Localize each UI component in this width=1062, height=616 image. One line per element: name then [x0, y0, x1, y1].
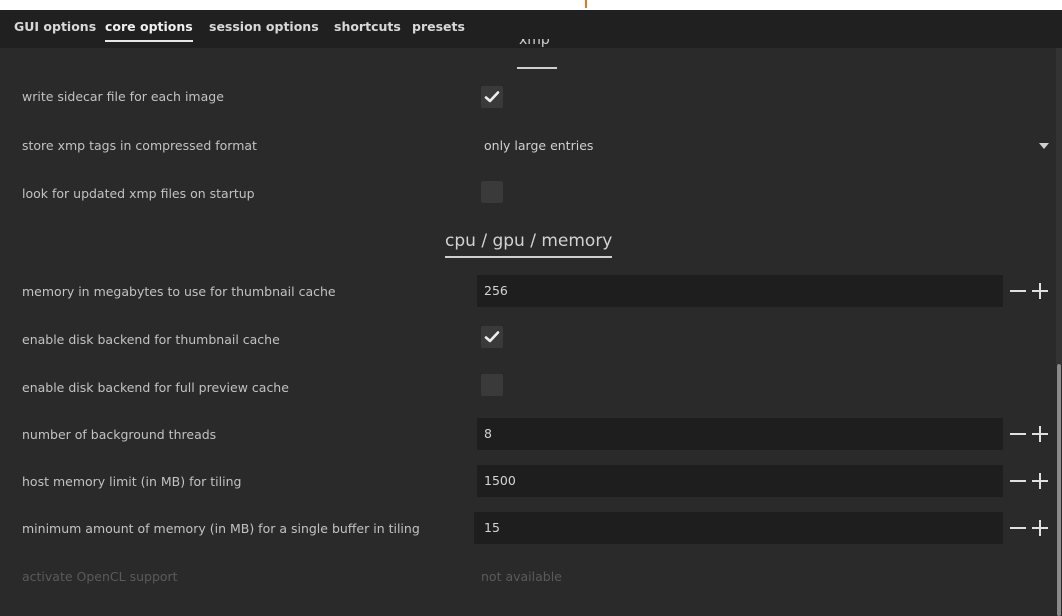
- scrollbar-thumb[interactable]: [1057, 364, 1061, 616]
- minus-icon: [1010, 527, 1026, 529]
- label-look-updated: look for updated xmp files on startup: [22, 186, 255, 201]
- tab-shortcuts[interactable]: shortcuts: [334, 19, 401, 34]
- checkmark-icon: [484, 91, 500, 103]
- checkbox-disk-thumb[interactable]: [481, 326, 503, 348]
- increment-button[interactable]: [1031, 512, 1049, 544]
- increment-button[interactable]: [1031, 418, 1049, 450]
- plus-icon: [1032, 426, 1048, 442]
- label-compress-xmp: store xmp tags in compressed format: [22, 138, 257, 153]
- opencl-status-text: not available: [481, 569, 562, 584]
- input-min-mem[interactable]: 15: [474, 512, 1003, 544]
- label-threads: number of background threads: [22, 427, 217, 442]
- increment-button[interactable]: [1031, 275, 1049, 307]
- tab-session-options[interactable]: session options: [209, 19, 319, 34]
- input-threads[interactable]: 8: [477, 418, 1003, 450]
- plus-icon: [1032, 283, 1048, 299]
- checkbox-look-updated[interactable]: [481, 181, 503, 203]
- label-disk-thumb: enable disk backend for thumbnail cache: [22, 332, 280, 347]
- decrement-button[interactable]: [1009, 465, 1027, 497]
- label-min-mem: minimum amount of memory (in MB) for a s…: [22, 521, 420, 536]
- minus-icon: [1010, 480, 1026, 482]
- minus-icon: [1010, 290, 1026, 292]
- input-thumb-mem[interactable]: 256: [477, 275, 1003, 307]
- section-title-xmp: xmp: [519, 39, 550, 48]
- decrement-button[interactable]: [1009, 418, 1027, 450]
- tab-gui-options[interactable]: GUI options: [14, 19, 96, 34]
- increment-button[interactable]: [1031, 465, 1049, 497]
- combo-compress-xmp[interactable]: only large entries: [484, 138, 593, 153]
- dropdown-arrow-icon[interactable]: [1039, 143, 1049, 149]
- checkmark-icon: [484, 331, 500, 343]
- minus-icon: [1010, 433, 1026, 435]
- label-thumb-mem: memory in megabytes to use for thumbnail…: [22, 284, 336, 299]
- window-top-strip: [0, 0, 1062, 10]
- cursor-marker: [585, 0, 587, 8]
- section-title-cpu-gpu-memory: cpu / gpu / memory: [445, 231, 613, 258]
- section-underline-cpu: [445, 256, 613, 258]
- plus-icon: [1032, 520, 1048, 536]
- label-disk-preview: enable disk backend for full preview cac…: [22, 380, 289, 395]
- decrement-button[interactable]: [1009, 275, 1027, 307]
- label-write-sidecar: write sidecar file for each image: [22, 89, 224, 104]
- label-opencl: activate OpenCL support: [22, 569, 178, 584]
- label-host-mem: host memory limit (in MB) for tiling: [22, 474, 242, 489]
- plus-icon: [1032, 473, 1048, 489]
- checkbox-write-sidecar[interactable]: [481, 86, 503, 108]
- decrement-button[interactable]: [1009, 512, 1027, 544]
- tab-presets[interactable]: presets: [412, 19, 465, 34]
- input-host-mem[interactable]: 1500: [477, 465, 1003, 497]
- checkbox-disk-preview[interactable]: [481, 374, 503, 396]
- tab-core-options[interactable]: core options: [105, 19, 193, 42]
- scrollbar-track[interactable]: [1056, 48, 1062, 364]
- section-underline-xmp: [517, 67, 557, 69]
